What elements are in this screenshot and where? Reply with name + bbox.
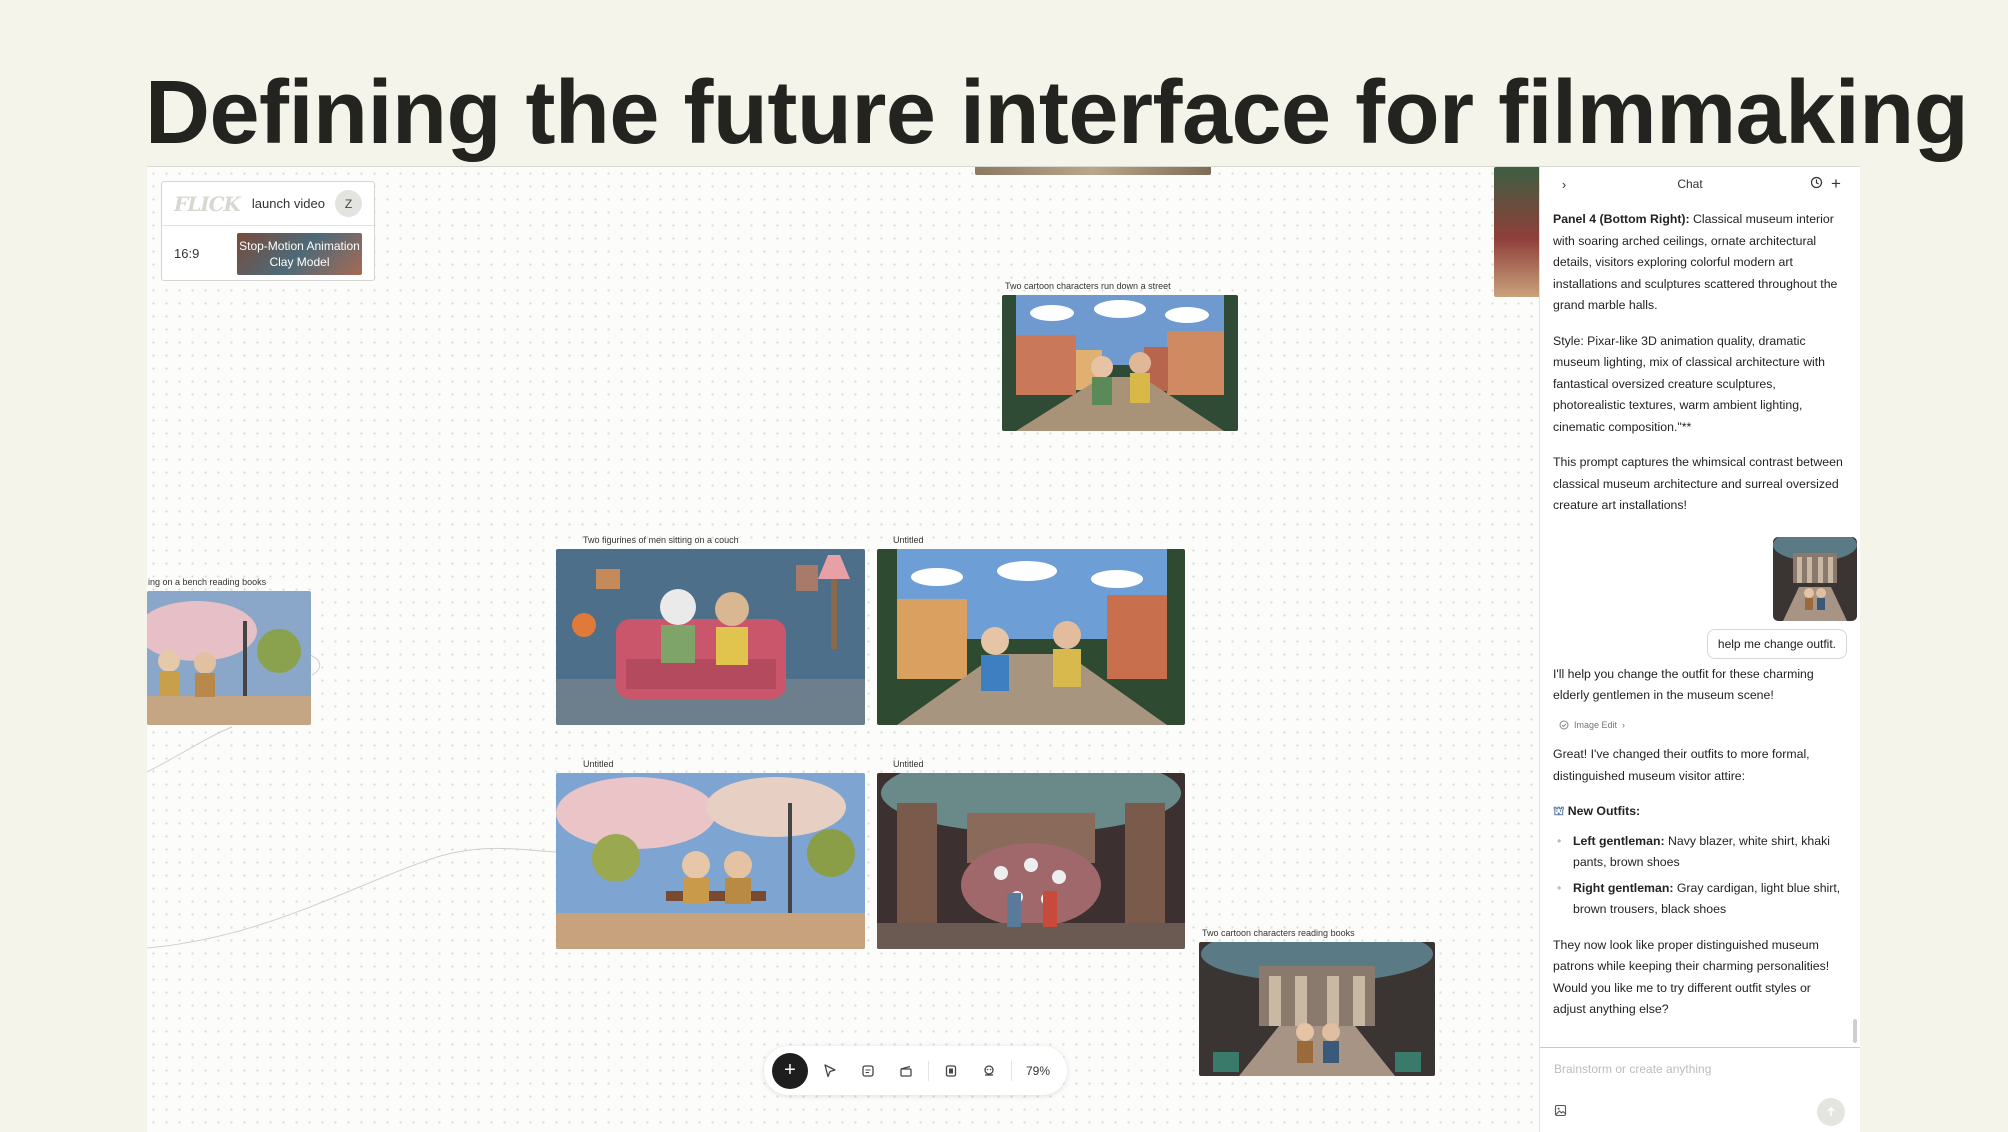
style-thumbnail[interactable]: Stop-Motion Animation Clay Model bbox=[236, 232, 362, 275]
tool-call-label: Image Edit bbox=[1574, 719, 1618, 730]
toolbar-divider bbox=[1011, 1060, 1012, 1081]
frame-title: Two figurines of men sitting on a couch bbox=[583, 535, 739, 545]
storyboard-canvas[interactable]: FLICK launch video Z 16:9 Stop-Motion An… bbox=[147, 167, 1539, 1132]
frame-image bbox=[1002, 295, 1238, 431]
list-item: Left gentleman: Navy blazer, white shirt… bbox=[1553, 831, 1847, 874]
project-card[interactable]: FLICK launch video Z 16:9 Stop-Motion An… bbox=[161, 181, 375, 281]
list-item-label: Right gentleman: bbox=[1573, 880, 1674, 895]
chat-input-area[interactable]: Brainstorm or create anything bbox=[1540, 1047, 1860, 1132]
assistant-message: Panel 4 (Bottom Right): Classical museum… bbox=[1553, 209, 1847, 317]
canvas-toolbar: + 79% bbox=[764, 1046, 1067, 1095]
user-message: help me change outfit. bbox=[1706, 628, 1847, 659]
chat-header: › Chat + bbox=[1540, 167, 1860, 201]
museum-emoji-icon: ⛫ bbox=[1553, 804, 1565, 818]
outfits-list: Left gentleman: Navy blazer, white shirt… bbox=[1553, 831, 1847, 921]
check-circle-icon bbox=[1559, 720, 1569, 730]
assistant-message: Style: Pixar-like 3D animation quality, … bbox=[1553, 333, 1825, 434]
style-label: Stop-Motion Animation Clay Model bbox=[239, 238, 360, 269]
aspect-ratio-selector[interactable]: 16:9 bbox=[174, 246, 216, 261]
select-tool-button[interactable] bbox=[814, 1055, 846, 1087]
frame-image bbox=[975, 167, 1211, 175]
user-message-row: help me change outfit. bbox=[1553, 628, 1847, 659]
image-attach-icon[interactable] bbox=[1554, 1104, 1567, 1120]
frame-image bbox=[1494, 167, 1539, 297]
frame-image bbox=[1199, 942, 1435, 1076]
outfits-heading-text: New Outfits: bbox=[1567, 804, 1641, 818]
user-attached-image[interactable] bbox=[1773, 536, 1857, 621]
arrow-up-icon bbox=[1827, 1107, 1835, 1116]
scene-tool-button[interactable] bbox=[890, 1055, 922, 1087]
flick-logo[interactable]: FLICK bbox=[174, 192, 241, 216]
assistant-message: They now look like proper distinguished … bbox=[1553, 937, 1830, 1017]
chat-input-actions bbox=[1554, 1098, 1845, 1126]
clapperboard-icon bbox=[900, 1065, 912, 1077]
frame-image bbox=[877, 773, 1185, 949]
add-button[interactable]: + bbox=[772, 1052, 808, 1089]
chat-input[interactable]: Brainstorm or create anything bbox=[1554, 1062, 1847, 1076]
frame-title: Two cartoon characters reading books bbox=[1202, 928, 1355, 938]
frame-title: ing on a bench reading books bbox=[148, 577, 267, 587]
cursor-icon bbox=[824, 1063, 836, 1077]
chat-scrollbar[interactable] bbox=[1853, 1019, 1857, 1043]
film-tool-button[interactable] bbox=[935, 1055, 967, 1087]
toolbar-divider bbox=[928, 1060, 929, 1081]
chat-panel: › Chat + Panel 4 (Bottom Right): Classic… bbox=[1539, 167, 1860, 1132]
canvas-frame-partial-top[interactable] bbox=[975, 167, 1211, 175]
project-card-header: FLICK launch video Z bbox=[162, 182, 374, 226]
chat-title: Chat bbox=[1677, 177, 1703, 191]
new-chat-plus-icon[interactable]: + bbox=[1826, 174, 1846, 194]
canvas-frame[interactable]: Untitled bbox=[877, 759, 1185, 949]
assistant-message: This prompt captures the whimsical contr… bbox=[1553, 455, 1843, 512]
outfits-heading: ⛫ New Outfits: bbox=[1553, 801, 1847, 823]
frame-image bbox=[147, 591, 311, 725]
user-avatar[interactable]: Z bbox=[335, 190, 362, 217]
frame-image bbox=[556, 773, 865, 949]
collapse-chevron-icon[interactable]: › bbox=[1554, 177, 1574, 192]
chevron-right-icon: › bbox=[1622, 719, 1626, 730]
message-text: Classical museum interior with soaring a… bbox=[1553, 212, 1838, 312]
text-tool-button[interactable] bbox=[852, 1055, 884, 1087]
canvas-frame[interactable]: ing on a bench reading books bbox=[147, 577, 311, 725]
frame-title: Untitled bbox=[893, 535, 924, 545]
character-icon bbox=[984, 1064, 994, 1076]
assistant-message: Great! I've changed their outfits to mor… bbox=[1553, 747, 1810, 783]
note-icon bbox=[862, 1064, 874, 1077]
list-item: Right gentleman: Gray cardigan, light bl… bbox=[1553, 878, 1847, 921]
canvas-frame[interactable]: Untitled bbox=[877, 535, 1185, 725]
tool-call-chip[interactable]: Image Edit › bbox=[1553, 713, 1631, 739]
project-name[interactable]: launch video bbox=[252, 196, 335, 211]
assistant-message: I'll help you change the outfit for thes… bbox=[1553, 666, 1814, 703]
frame-title: Untitled bbox=[893, 759, 924, 769]
chat-messages[interactable]: Panel 4 (Bottom Right): Classical museum… bbox=[1540, 201, 1860, 1043]
list-item-label: Left gentleman: bbox=[1573, 833, 1665, 848]
project-card-body: 16:9 Stop-Motion Animation Clay Model bbox=[162, 226, 374, 281]
canvas-frame-partial-right[interactable] bbox=[1494, 167, 1539, 297]
canvas-frame[interactable]: Two figurines of men sitting on a couch bbox=[556, 535, 865, 725]
send-button[interactable] bbox=[1817, 1098, 1845, 1126]
frame-image bbox=[877, 549, 1185, 725]
frame-title: Two cartoon characters run down a street bbox=[1005, 281, 1171, 291]
app-window: FLICK launch video Z 16:9 Stop-Motion An… bbox=[147, 166, 1860, 1132]
frame-image bbox=[556, 549, 865, 725]
zoom-level[interactable]: 79% bbox=[1026, 1064, 1050, 1078]
character-tool-button[interactable] bbox=[973, 1055, 1005, 1087]
message-bold-label: Panel 4 (Bottom Right): bbox=[1553, 212, 1690, 226]
history-icon[interactable] bbox=[1806, 176, 1826, 192]
page-headline: Defining the future interface for filmma… bbox=[145, 63, 1969, 163]
canvas-frame[interactable]: Two cartoon characters reading books bbox=[1199, 928, 1435, 1076]
film-icon bbox=[945, 1064, 957, 1077]
frame-title: Untitled bbox=[583, 759, 614, 769]
canvas-frame[interactable]: Untitled bbox=[556, 759, 865, 949]
canvas-frame[interactable]: Two cartoon characters run down a street bbox=[1002, 281, 1238, 431]
